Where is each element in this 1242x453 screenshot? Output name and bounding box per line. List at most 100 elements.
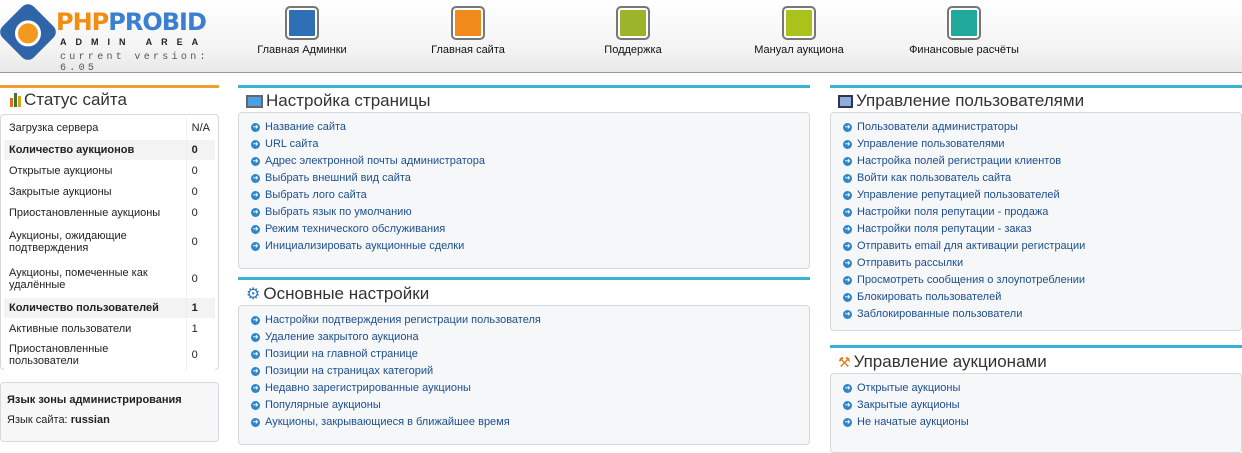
nav-finance-bag[interactable]: Финансовые расчёты [884, 6, 1044, 56]
status-row: Количество аукционов 0 [4, 139, 215, 161]
status-value: 0 [185, 139, 215, 161]
status-row: Приостановленные аукционы 0 [4, 202, 215, 224]
menu-link[interactable]: ➜ Пользователи администраторы [843, 119, 1241, 136]
menu-link[interactable]: ➜ Отправить email для активации регистрац… [843, 238, 1241, 255]
status-title-text: Статус сайта [24, 90, 127, 109]
nav-manual-bulb[interactable]: Мануал аукциона [719, 6, 879, 56]
arrow-right-icon: ➜ [251, 140, 260, 149]
menu-link[interactable]: ➜ Открытые аукционы [843, 380, 1241, 397]
menu-link-label: Заблокированные пользователи [857, 308, 1023, 320]
menu-link-label: Отправить email для активации регистраци… [857, 240, 1086, 252]
status-value: 0 [185, 339, 215, 371]
auctions-title-text: Управление аукционами [853, 352, 1047, 371]
users-title-text: Управление пользователями [856, 91, 1085, 110]
menu-link[interactable]: ➜ Название сайта [251, 119, 809, 136]
gear-icon: ⚙ [246, 286, 261, 303]
status-row: Открытые аукционы 0 [4, 160, 215, 182]
status-value: 1 [185, 297, 215, 319]
menu-link[interactable]: ➜ Не начатые аукционы [843, 414, 1241, 431]
menu-link-label: Закрытые аукционы [857, 399, 960, 411]
finance-bag-icon [947, 6, 981, 40]
status-label: Приостановленные пользователи [4, 339, 187, 371]
arrow-right-icon: ➜ [843, 208, 852, 217]
nav-support[interactable]: Поддержка [553, 6, 713, 56]
logo[interactable]: PHPPROBID ADMIN AREA current version: 6.… [0, 0, 214, 74]
nav-label: Финансовые расчёты [909, 44, 1019, 56]
nav-label: Главная сайта [431, 44, 505, 56]
menu-link[interactable]: ➜ Недавно зарегистрированные аукционы [251, 380, 809, 397]
status-label: Загрузка сервера [4, 118, 187, 140]
menu-link[interactable]: ➜ Инициализировать аукционные сделки [251, 238, 809, 255]
nav-site-tools[interactable]: Главная сайта [388, 6, 548, 56]
users-title: Управление пользователями [838, 91, 1084, 111]
menu-link[interactable]: ➜ Отправить рассылки [843, 255, 1241, 272]
menu-link[interactable]: ➜ Настройки поля репутации - продажа [843, 204, 1241, 221]
menu-link-label: Открытые аукционы [857, 382, 961, 394]
arrow-right-icon: ➜ [251, 123, 260, 132]
menu-link-label: Выбрать язык по умолчанию [265, 206, 412, 218]
nav-label: Главная Админки [257, 44, 347, 56]
status-value: 1 [185, 318, 215, 340]
menu-link[interactable]: ➜ Адрес электронной почты администратора [251, 153, 809, 170]
language-title: Язык зоны администрирования [7, 394, 182, 406]
menu-link[interactable]: ➜ Выбрать внешний вид сайта [251, 170, 809, 187]
menu-link[interactable]: ➜ Удаление закрытого аукциона [251, 329, 809, 346]
menu-link-label: Инициализировать аукционные сделки [265, 240, 465, 252]
menu-link-label: Позиции на главной странице [265, 348, 418, 360]
nav-admin-user[interactable]: Главная Админки [222, 6, 382, 56]
logo-brand-a: PHP [56, 8, 109, 36]
menu-link[interactable]: ➜ Просмотреть сообщения о злоупотреблении [843, 272, 1241, 289]
menu-link[interactable]: ➜ Аукционы, закрывающиеся в ближайшее вре… [251, 414, 809, 431]
arrow-right-icon: ➜ [251, 333, 260, 342]
status-label: Аукционы, помеченные как удалённые [4, 260, 187, 298]
menu-link-label: URL сайта [265, 138, 319, 150]
status-row: Активные пользователи 1 [4, 318, 215, 340]
menu-link[interactable]: ➜ Заблокированные пользователи [843, 306, 1241, 323]
menu-link[interactable]: ➜ Настройка полей регистрации клиентов [843, 153, 1241, 170]
menu-link-label: Популярные аукционы [265, 399, 381, 411]
auctions-box: ➜ Открытые аукционы ➜ Закрытые аукционы ➜ Не … [830, 373, 1242, 453]
status-row: Аукционы, ожидающие подтверждения 0 [4, 223, 215, 261]
status-row: Аукционы, помеченные как удалённые 0 [4, 260, 215, 298]
arrow-right-icon: ➜ [251, 316, 260, 325]
menu-link-label: Отправить рассылки [857, 257, 964, 269]
main-settings-title: ⚙ Основные настройки [246, 284, 429, 304]
status-label: Активные пользователи [4, 318, 187, 340]
menu-link[interactable]: ➜ Позиции на страницах категорий [251, 363, 809, 380]
arrow-right-icon: ➜ [843, 259, 852, 268]
menu-link-label: Удаление закрытого аукциона [265, 331, 419, 343]
header: PHPPROBID ADMIN AREA current version: 6.… [0, 0, 1242, 74]
arrow-right-icon: ➜ [843, 123, 852, 132]
menu-link[interactable]: ➜ Управление репутацией пользователей [843, 187, 1241, 204]
arrow-right-icon: ➜ [843, 242, 852, 251]
menu-link[interactable]: ➜ Популярные аукционы [251, 397, 809, 414]
arrow-right-icon: ➜ [251, 350, 260, 359]
menu-link[interactable]: ➜ Управление пользователями [843, 136, 1241, 153]
version-text: current version: 6.05 [60, 52, 209, 74]
menu-link[interactable]: ➜ Настройки подтверждения регистрации пол… [251, 312, 809, 329]
menu-link[interactable]: ➜ URL сайта [251, 136, 809, 153]
logo-subtitle: ADMIN AREA [60, 37, 208, 47]
menu-link[interactable]: ➜ Войти как пользователь сайта [843, 170, 1241, 187]
menu-link-label: Управление репутацией пользователей [857, 189, 1060, 201]
menu-link[interactable]: ➜ Режим технического обслуживания [251, 221, 809, 238]
status-row: Приостановленные пользователи 0 [4, 339, 215, 371]
status-value: 0 [185, 260, 215, 298]
menu-link-label: Недавно зарегистрированные аукционы [265, 382, 471, 394]
users-box: ➜ Пользователи администраторы ➜ Управление … [830, 112, 1242, 331]
users-topline [830, 85, 1242, 88]
menu-link-label: Аукционы, закрывающиеся в ближайшее врем… [265, 416, 510, 428]
menu-link[interactable]: ➜ Закрытые аукционы [843, 397, 1241, 414]
menu-link[interactable]: ➜ Выбрать лого сайта [251, 187, 809, 204]
menu-link[interactable]: ➜ Блокировать пользователей [843, 289, 1241, 306]
language-box: Язык зоны администрирования Язык сайта: … [0, 382, 219, 442]
status-label: Количество аукционов [4, 139, 187, 161]
language-label: Язык сайта: [7, 414, 68, 426]
menu-link[interactable]: ➜ Позиции на главной странице [251, 346, 809, 363]
arrow-right-icon: ➜ [251, 174, 260, 183]
menu-link[interactable]: ➜ Выбрать язык по умолчанию [251, 204, 809, 221]
menu-link-label: Название сайта [265, 121, 347, 133]
menu-link[interactable]: ➜ Настройки поля репутации - заказ [843, 221, 1241, 238]
menu-link-label: Настройки подтверждения регистрации поль… [265, 314, 541, 326]
manual-bulb-icon [782, 6, 816, 40]
